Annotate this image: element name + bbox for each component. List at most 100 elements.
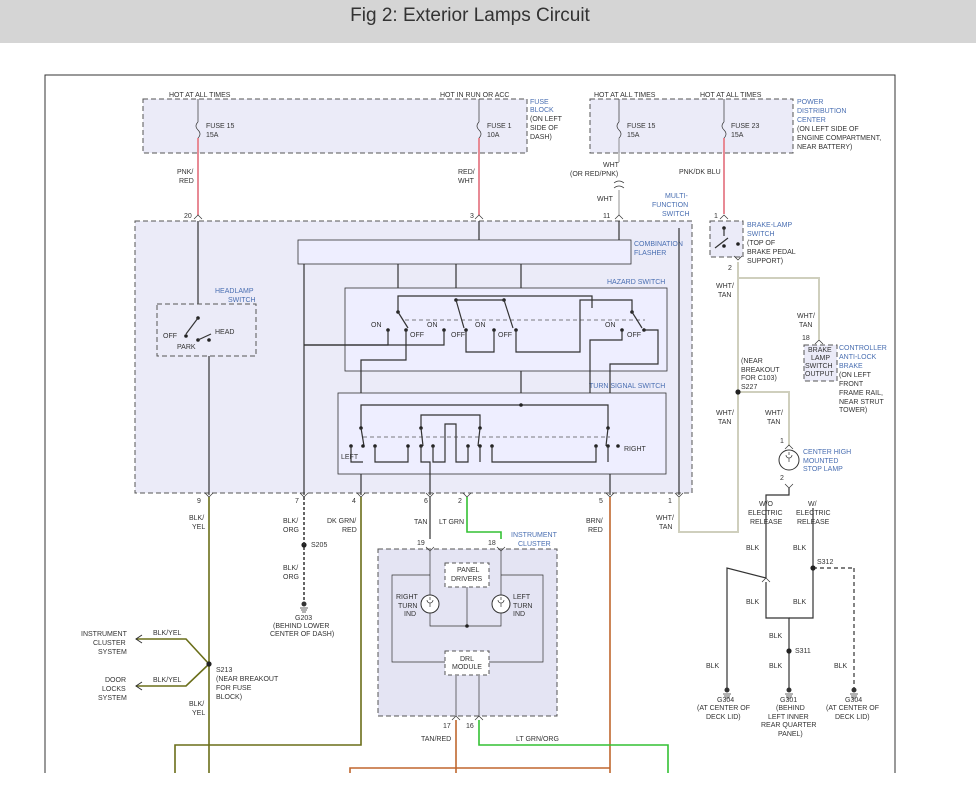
wire-blk-org-2: ORG bbox=[283, 527, 299, 534]
wire-brn-red-1: BRN/ bbox=[586, 518, 603, 525]
chmsl-pin-1: 1 bbox=[780, 438, 784, 445]
s213-door-locks-system-label: DOOR LOCKS SYSTEM bbox=[98, 677, 127, 702]
s227-wht-tan-a2: TAN bbox=[718, 419, 731, 426]
svg-text:S227: S227 bbox=[741, 384, 757, 391]
hazard-off-3: OFF bbox=[498, 332, 512, 339]
svg-text:NEAR STRUT: NEAR STRUT bbox=[839, 399, 884, 406]
fuse-block-label: FUSE BLOCK (ON LEFT SIDE OF DASH) bbox=[530, 99, 563, 141]
svg-text:SUPPORT): SUPPORT) bbox=[747, 258, 783, 265]
svg-text:CENTER HIGH: CENTER HIGH bbox=[803, 449, 851, 456]
svg-text:IND: IND bbox=[513, 611, 525, 618]
svg-text:SWITCH: SWITCH bbox=[747, 231, 775, 238]
svg-text:REAR QUARTER: REAR QUARTER bbox=[761, 722, 817, 729]
mfs-pin-2: 2 bbox=[458, 498, 462, 505]
s227-wht-tan-b2: TAN bbox=[767, 419, 780, 426]
svg-text:CLUSTER: CLUSTER bbox=[93, 640, 126, 647]
svg-text:ENGINE COMPARTMENT,: ENGINE COMPARTMENT, bbox=[797, 135, 881, 142]
svg-text:(ON LEFT: (ON LEFT bbox=[530, 116, 563, 123]
brake-switch-wht-tan-1: WHT/ bbox=[716, 283, 734, 290]
hazard-on-3: ON bbox=[475, 322, 486, 329]
svg-text:(NEAR: (NEAR bbox=[741, 358, 763, 365]
svg-text:W/O: W/O bbox=[759, 501, 774, 508]
fuse-15-name: FUSE 15 bbox=[206, 123, 235, 130]
pdc-fuse-23-amp: 15A bbox=[731, 132, 744, 139]
s213-instrument-cluster-system-label: INSTRUMENT CLUSTER SYSTEM bbox=[81, 631, 128, 656]
hazard-on-2: ON bbox=[427, 322, 438, 329]
wire-tan-red: TAN/RED bbox=[421, 736, 451, 743]
svg-text:S312: S312 bbox=[817, 559, 833, 566]
wire-red-wht-1: RED/ bbox=[458, 169, 475, 176]
g203-ground-icon bbox=[300, 601, 308, 613]
pdc-fuse-23-name: FUSE 23 bbox=[731, 123, 760, 130]
mfs-pin-4: 4 bbox=[352, 498, 356, 505]
pdc-fuse-15-name: FUSE 15 bbox=[627, 123, 656, 130]
headlamp-switch-box bbox=[156, 303, 257, 357]
mfs-pin-9: 9 bbox=[197, 498, 201, 505]
svg-text:DISTRIBUTION: DISTRIBUTION bbox=[797, 108, 846, 115]
mfs-pin-20: 20 bbox=[184, 213, 192, 220]
headlamp-switch-label-1: HEADLAMP bbox=[215, 288, 254, 295]
turn-signal-switch-label: TURN SIGNAL SWITCH bbox=[589, 383, 665, 390]
svg-text:BRAKE-LAMP: BRAKE-LAMP bbox=[747, 222, 792, 229]
fuse-block-hot-run: HOT IN RUN OR ACC bbox=[440, 92, 510, 99]
s213-wire-blk-yel-2: YEL bbox=[192, 710, 205, 717]
cluster-pin-17: 17 bbox=[443, 723, 451, 730]
wire-blk-org-1: BLK/ bbox=[283, 518, 298, 525]
drl-module-label-1: DRL bbox=[460, 656, 474, 663]
svg-text:DECK LID): DECK LID) bbox=[835, 714, 870, 721]
brake-switch-pin-2: 2 bbox=[728, 265, 732, 272]
wire-wht-tan-1: WHT/ bbox=[656, 515, 674, 522]
svg-text:TURN: TURN bbox=[398, 603, 417, 610]
abs-pin-18: 18 bbox=[802, 335, 810, 342]
svg-text:(ON LEFT SIDE OF: (ON LEFT SIDE OF bbox=[797, 126, 859, 133]
fuse-1-name: FUSE 1 bbox=[487, 123, 512, 130]
s227-wht-tan-b1: WHT/ bbox=[765, 410, 783, 417]
svg-text:CONTROLLER: CONTROLLER bbox=[839, 345, 887, 352]
hazard-on-4: ON bbox=[605, 322, 616, 329]
wire-wht-1: WHT bbox=[603, 162, 620, 169]
hazard-on-1: ON bbox=[371, 322, 382, 329]
pdc-hot-always-1: HOT AT ALL TIMES bbox=[594, 92, 656, 99]
svg-text:ELECTRIC: ELECTRIC bbox=[748, 510, 783, 517]
g301-label: G301 (BEHIND LEFT INNER REAR QUARTER PAN… bbox=[761, 697, 817, 738]
mfs-pin-6: 6 bbox=[424, 498, 428, 505]
svg-text:G304: G304 bbox=[717, 697, 734, 704]
wire-pnk-dkblu: PNK/DK BLU bbox=[679, 169, 721, 176]
svg-text:LEFT INNER: LEFT INNER bbox=[768, 714, 809, 721]
wire-blk-org2-2: ORG bbox=[283, 574, 299, 581]
connector-break-symbol bbox=[613, 180, 625, 189]
mfs-pin-7: 7 bbox=[295, 498, 299, 505]
svg-text:INSTRUMENT: INSTRUMENT bbox=[81, 631, 128, 638]
pdc-fuse-15-amp: 15A bbox=[627, 132, 640, 139]
svg-text:PANEL): PANEL) bbox=[778, 731, 803, 738]
s213-wire-blk-yel-a: BLK/YEL bbox=[153, 630, 182, 637]
s213-wire-blk-yel-b: BLK/YEL bbox=[153, 677, 182, 684]
svg-text:TURN: TURN bbox=[513, 603, 532, 610]
svg-text:DASH): DASH) bbox=[530, 134, 552, 141]
svg-text:FRONT: FRONT bbox=[839, 381, 864, 388]
svg-text:BRAKE: BRAKE bbox=[808, 347, 832, 354]
drl-module-label-2: MODULE bbox=[452, 664, 482, 671]
chmsl-label: CENTER HIGH MOUNTED STOP LAMP bbox=[803, 449, 851, 473]
svg-text:STOP LAMP: STOP LAMP bbox=[803, 466, 843, 473]
wire-wht-3: WHT bbox=[597, 196, 614, 203]
svg-text:BLK: BLK bbox=[793, 599, 807, 606]
svg-text:SYSTEM: SYSTEM bbox=[98, 695, 127, 702]
wire-red-wht-2: WHT bbox=[458, 178, 475, 185]
svg-text:SIDE OF: SIDE OF bbox=[530, 125, 558, 132]
svg-text:LEFT: LEFT bbox=[513, 594, 531, 601]
cluster-pin-19: 19 bbox=[417, 540, 425, 547]
svg-text:(NEAR BREAKOUT: (NEAR BREAKOUT bbox=[216, 676, 279, 683]
svg-text:BLK: BLK bbox=[793, 545, 807, 552]
svg-text:TOWER): TOWER) bbox=[839, 407, 867, 414]
svg-text:FOR FUSE: FOR FUSE bbox=[216, 685, 252, 692]
panel-drivers-label-2: DRIVERS bbox=[451, 576, 482, 583]
combination-flasher-box bbox=[297, 239, 632, 265]
svg-text:G301: G301 bbox=[780, 697, 797, 704]
turn-right: RIGHT bbox=[624, 446, 647, 453]
chmsl-pin-2: 2 bbox=[780, 475, 784, 482]
svg-text:W/: W/ bbox=[808, 501, 817, 508]
hazard-off-1: OFF bbox=[410, 332, 424, 339]
s213-splice-dot bbox=[206, 661, 212, 667]
svg-text:SYSTEM: SYSTEM bbox=[98, 649, 127, 656]
